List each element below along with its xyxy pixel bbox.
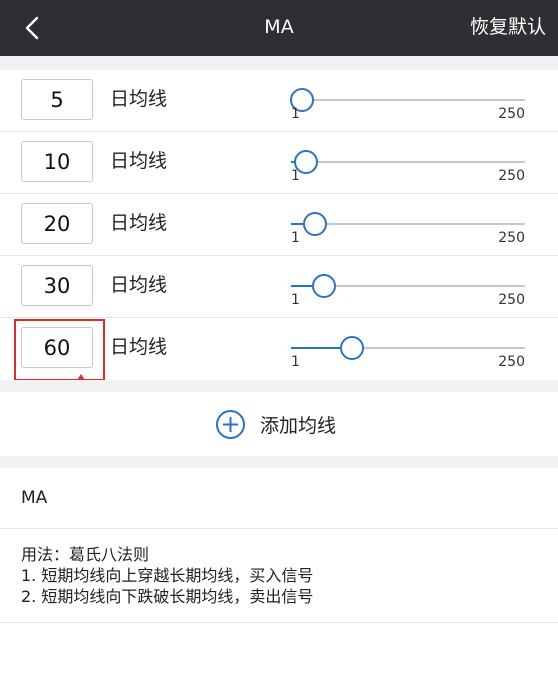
- ma-label: 日均线: [110, 212, 168, 234]
- divider: [0, 528, 558, 529]
- plus-circle-icon[interactable]: [215, 409, 246, 440]
- add-ma-label: 添加均线: [260, 414, 337, 437]
- ma-row: 30 日均线 1 250: [0, 256, 558, 318]
- ma-row: 60 日均线 1 250: [0, 318, 558, 380]
- indicator-info: MA 用法：葛氏八法则 1. 短期均线向上穿越长期均线，买入信号 2. 短期均线…: [0, 468, 558, 675]
- slider-max-label: 250: [498, 106, 525, 122]
- period-input[interactable]: 5: [21, 79, 93, 120]
- period-input[interactable]: 30: [21, 265, 93, 306]
- chevron-left-icon[interactable]: [25, 16, 39, 40]
- period-slider[interactable]: 1 250: [291, 149, 525, 189]
- spacer: [0, 380, 558, 392]
- add-ma-content: 添加均线: [215, 392, 336, 456]
- add-ma-button[interactable]: 添加均线: [0, 392, 558, 456]
- ma-row: 10 日均线 1 250: [0, 132, 558, 194]
- slider-track: [291, 161, 525, 163]
- info-line: 2. 短期均线向下跌破长期均线，卖出信号: [21, 587, 314, 606]
- ma-label: 日均线: [110, 150, 168, 172]
- ma-label: 日均线: [110, 88, 168, 110]
- reset-default-button[interactable]: 恢复默认: [470, 0, 546, 56]
- ma-row: 5 日均线 1 250: [0, 70, 558, 132]
- slider-thumb[interactable]: [303, 212, 328, 236]
- info-line: 用法：葛氏八法则: [21, 545, 150, 564]
- ma-list: 5 日均线 1 250 10 日均线 1 250 20 日均线 1 250 30…: [0, 70, 558, 380]
- ma-label: 日均线: [110, 336, 168, 358]
- slider-min-label: 1: [291, 354, 300, 370]
- top-bar: MA 恢复默认: [0, 0, 558, 56]
- period-slider[interactable]: 1 250: [291, 211, 525, 251]
- period-input[interactable]: 10: [21, 141, 93, 182]
- info-line: 1. 短期均线向上穿越长期均线，买入信号: [21, 566, 314, 585]
- back-button[interactable]: [14, 10, 50, 46]
- period-slider[interactable]: 1 250: [291, 273, 525, 313]
- slider-max-label: 250: [498, 292, 525, 308]
- slider-min-label: 1: [291, 168, 300, 184]
- ma-label: 日均线: [110, 274, 168, 296]
- info-title: MA: [21, 488, 48, 508]
- slider-min-label: 1: [291, 230, 300, 246]
- divider: [0, 622, 558, 623]
- slider-max-label: 250: [498, 230, 525, 246]
- slider-min-label: 1: [291, 106, 300, 122]
- period-input[interactable]: 60: [21, 327, 93, 368]
- ma-row: 20 日均线 1 250: [0, 194, 558, 256]
- slider-max-label: 250: [498, 354, 525, 370]
- slider-track: [291, 99, 525, 101]
- spacer: [0, 56, 558, 70]
- info-description: 用法：葛氏八法则 1. 短期均线向上穿越长期均线，买入信号 2. 短期均线向下跌…: [21, 544, 313, 607]
- period-slider[interactable]: 1 250: [289, 87, 525, 127]
- period-input[interactable]: 20: [21, 203, 93, 244]
- slider-thumb[interactable]: [312, 274, 337, 298]
- period-slider[interactable]: 1 250: [291, 335, 525, 375]
- slider-min-label: 1: [291, 292, 300, 308]
- slider-max-label: 250: [498, 168, 525, 184]
- spacer: [0, 456, 558, 468]
- slider-thumb[interactable]: [339, 336, 364, 360]
